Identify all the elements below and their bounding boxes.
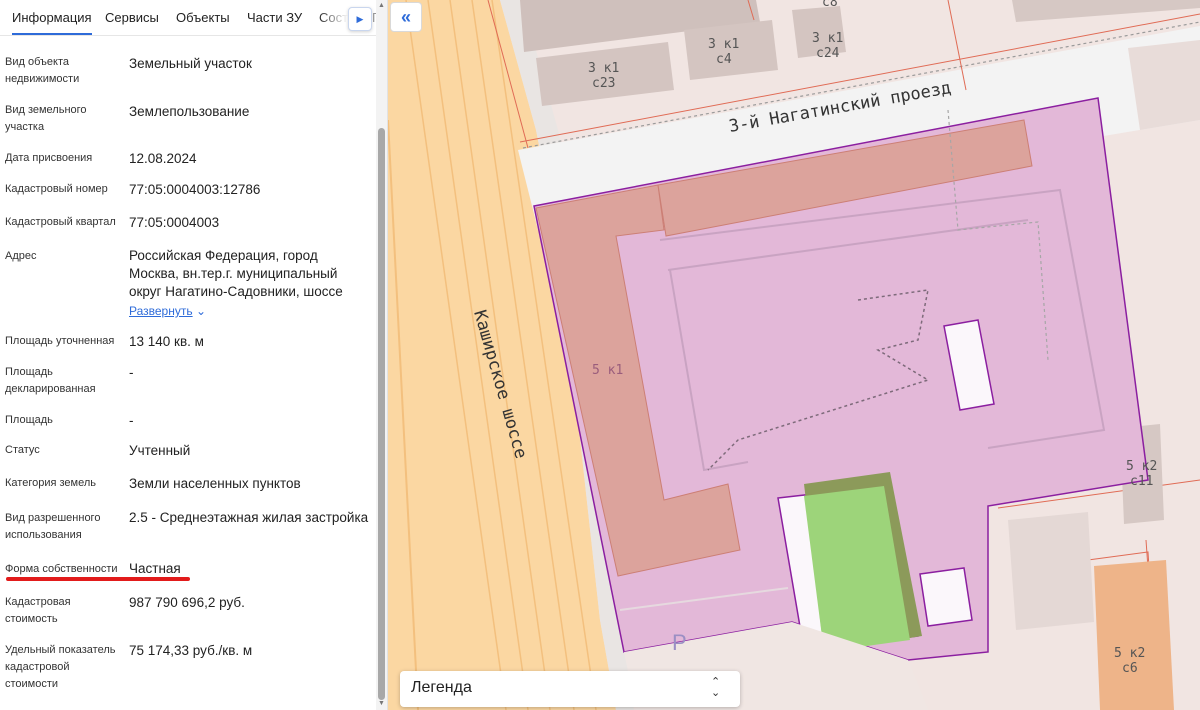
building-label: 3 к1: [812, 31, 843, 46]
field-label: Форма собственности: [5, 563, 118, 575]
chevron-down-icon[interactable]: ⌄: [196, 304, 206, 318]
field-value: -: [129, 413, 134, 428]
scrollbar-thumb[interactable]: [378, 128, 385, 700]
field-value: Учтенный: [129, 443, 191, 458]
building-label: 3 к1: [708, 37, 739, 52]
field-value: 75 174,33 руб./кв. м: [129, 643, 253, 658]
scroll-down-icon[interactable]: ▼: [378, 700, 385, 707]
field-value: Частная: [129, 561, 181, 576]
field-value: Земельный участок: [129, 56, 252, 71]
building-label: 3 к1: [588, 61, 619, 76]
tab-bar: Информация Сервисы Объекты Части ЗУ Сост…: [0, 0, 387, 36]
chevron-right-icon: ▶: [356, 13, 364, 24]
scroll-up-icon[interactable]: ▲: [378, 2, 385, 9]
building: [1094, 560, 1174, 710]
field-label: Площадь: [5, 414, 53, 426]
field-value: Земли населенных пунктов: [129, 476, 301, 491]
field-label: Удельный показатель кадастровой стоимост…: [5, 644, 116, 690]
tabs-next-button[interactable]: ▶: [348, 7, 372, 31]
field-label: Вид земельного участка: [5, 104, 87, 133]
building-label: 5 к2: [1126, 459, 1157, 474]
field-value: -: [129, 365, 134, 380]
building-label-5k1: 5 к1: [592, 363, 623, 378]
up-down-chevron-icon: ⌃ ⌄: [711, 676, 721, 699]
field-label: Дата присвоения: [5, 152, 93, 164]
field-label: Вид разрешенного использования: [5, 512, 101, 541]
address-expand-link[interactable]: Развернуть: [129, 304, 193, 318]
ownership-highlight-underline: [6, 577, 190, 581]
field-value: Российская Федерация, город Москва, вн.т…: [129, 248, 343, 299]
tabs-fade: [318, 0, 348, 35]
legend-dropdown[interactable]: Легенда ⌃ ⌄: [400, 671, 740, 707]
collapse-panel-button[interactable]: «: [390, 2, 422, 32]
field-label: Вид объекта недвижимости: [5, 56, 80, 85]
field-value: Землепользование: [129, 104, 250, 119]
double-chevron-left-icon: «: [400, 6, 411, 27]
map-view[interactable]: 3-й Нагатинский проезд Каширское шоссе 3…: [388, 0, 1200, 710]
building-label: с6: [1122, 661, 1138, 676]
building-white-2: [919, 567, 973, 627]
field-value: 2.5 - Среднеэтажная жилая застройка: [129, 510, 369, 525]
field-value: 987 790 696,2 руб.: [129, 595, 245, 610]
building-label: с23: [592, 76, 615, 91]
field-label: Кадастровый квартал: [5, 216, 116, 228]
field-label: Категория земель: [5, 477, 96, 489]
field-label: Адрес: [5, 250, 37, 262]
field-value: 77:05:0004003: [129, 215, 220, 230]
tab-services[interactable]: Сервисы: [105, 0, 159, 35]
field-value: 77:05:0004003:12786: [129, 182, 261, 197]
building-label: с4: [716, 52, 732, 67]
tab-parts[interactable]: Части ЗУ: [247, 0, 302, 35]
field-label: Площадь уточненная: [5, 335, 115, 347]
info-panel: Информация Сервисы Объекты Части ЗУ Сост…: [0, 0, 388, 710]
building-label: с24: [816, 46, 840, 61]
field-value: 12.08.2024: [129, 151, 197, 166]
map-canvas[interactable]: 3-й Нагатинский проезд Каширское шоссе 3…: [388, 0, 1200, 710]
parking-icon: P: [672, 630, 687, 655]
field-label: Кадастровый номер: [5, 183, 108, 195]
legend-label: Легенда: [411, 679, 472, 696]
tab-info[interactable]: Информация: [12, 0, 92, 35]
building-label: с11: [1130, 474, 1153, 489]
field-label: Статус: [5, 444, 40, 456]
field-value: 13 140 кв. м: [129, 334, 204, 349]
tab-objects[interactable]: Объекты: [176, 0, 230, 35]
building-label: с8: [822, 0, 838, 10]
field-label: Площадь декларированная: [5, 366, 96, 395]
field-label: Кадастровая стоимость: [5, 596, 71, 625]
building-label: 5 к2: [1114, 646, 1145, 661]
